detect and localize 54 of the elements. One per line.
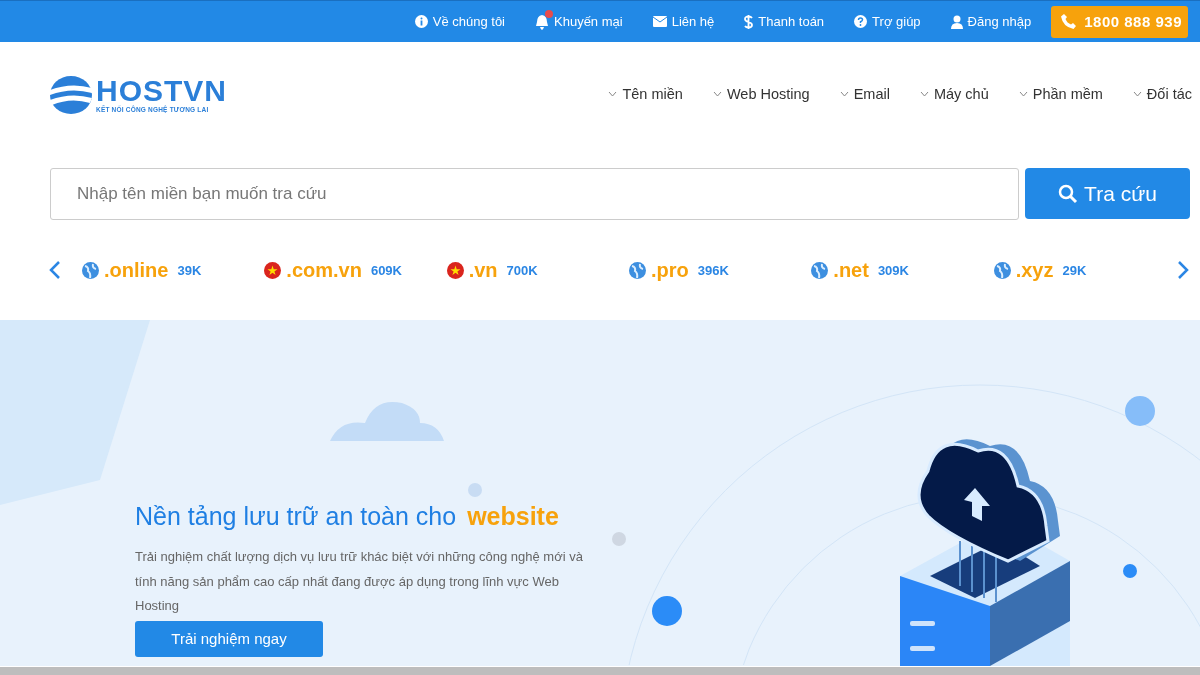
dot-icon (612, 532, 626, 546)
logo-globe-icon (48, 73, 94, 116)
chevron-down-icon (919, 90, 929, 97)
domain-extension[interactable]: .vn (468, 258, 498, 282)
search-button[interactable]: Tra cứu (1025, 168, 1190, 219)
domain-search-field[interactable]: Nhập tên miền bạn muốn tra cứu (50, 168, 1019, 220)
hotline-button[interactable]: 1800 888 939 (1051, 5, 1188, 38)
chevron-down-icon (608, 90, 618, 97)
try-now-button[interactable]: Trải nghiệm ngay (135, 620, 323, 657)
top-bar-link[interactable]: Khuyến mại (554, 14, 623, 29)
domain-count: 396K (697, 262, 729, 278)
domain-count: 29K (1062, 262, 1087, 278)
domain-count: 309K (877, 262, 909, 278)
nav-menu-item[interactable]: Phần mềm (1018, 85, 1103, 102)
nav-menu-item[interactable]: Tên miền (608, 85, 683, 102)
domain-count: 700K (506, 262, 538, 278)
top-bar-link[interactable]: Trợ giúp (872, 14, 921, 29)
domain-count: 609K (370, 262, 402, 278)
globe-icon (993, 261, 1011, 279)
hero-title-highlight: website (467, 502, 559, 530)
nav-menu-item[interactable]: Web Hosting (712, 85, 810, 102)
vietnam-flag-icon (264, 261, 282, 279)
hero-title: Nền tảng lưu trữ an toàn cho (135, 502, 457, 530)
chevron-down-icon (1132, 90, 1142, 97)
dollar-icon (744, 14, 754, 29)
domain-extension[interactable]: .xyz (1015, 258, 1054, 282)
top-bar-link[interactable]: Thanh toán (758, 14, 825, 29)
domain-extension[interactable]: .online (104, 258, 169, 282)
chevron-down-icon (839, 90, 849, 97)
logo-wordmark: HOSTVN (96, 76, 227, 106)
top-bar-link[interactable]: Đăng nhập (967, 14, 1032, 29)
chevron-down-icon (712, 90, 722, 97)
nav-menu-item[interactable]: Máy chủ (919, 85, 989, 102)
globe-icon (811, 261, 829, 279)
mail-icon (652, 16, 667, 27)
top-bar-link[interactable]: Liên hệ (671, 14, 715, 29)
domain-count: 39K (177, 262, 202, 278)
domain-extension[interactable]: .pro (651, 258, 689, 282)
nav-menu-item[interactable]: Email (839, 85, 890, 102)
dot-icon (468, 483, 482, 497)
user-icon (950, 14, 963, 29)
globe-icon (82, 261, 99, 279)
help-icon (854, 15, 868, 28)
nav-menu-item[interactable]: Đối tác (1132, 85, 1192, 102)
domain-extension[interactable]: .net (833, 258, 869, 282)
chevron-down-icon (1018, 90, 1028, 97)
info-icon (414, 15, 428, 28)
top-bar-link[interactable]: Về chúng tôi (432, 14, 505, 29)
phone-icon (1061, 14, 1077, 29)
vietnam-flag-icon (446, 261, 464, 279)
hero-description: Trải nghiệm chất lượng dịch vụ lưu trữ khác biệt với những công nghệ mới và tính năng sản phẩm cao cấp nhất đang được áp dụng trong lĩnh vực Web Hosting (135, 548, 584, 615)
globe-icon (629, 261, 646, 279)
search-icon (1058, 183, 1079, 204)
domain-extension[interactable]: .com.vn (286, 258, 362, 282)
